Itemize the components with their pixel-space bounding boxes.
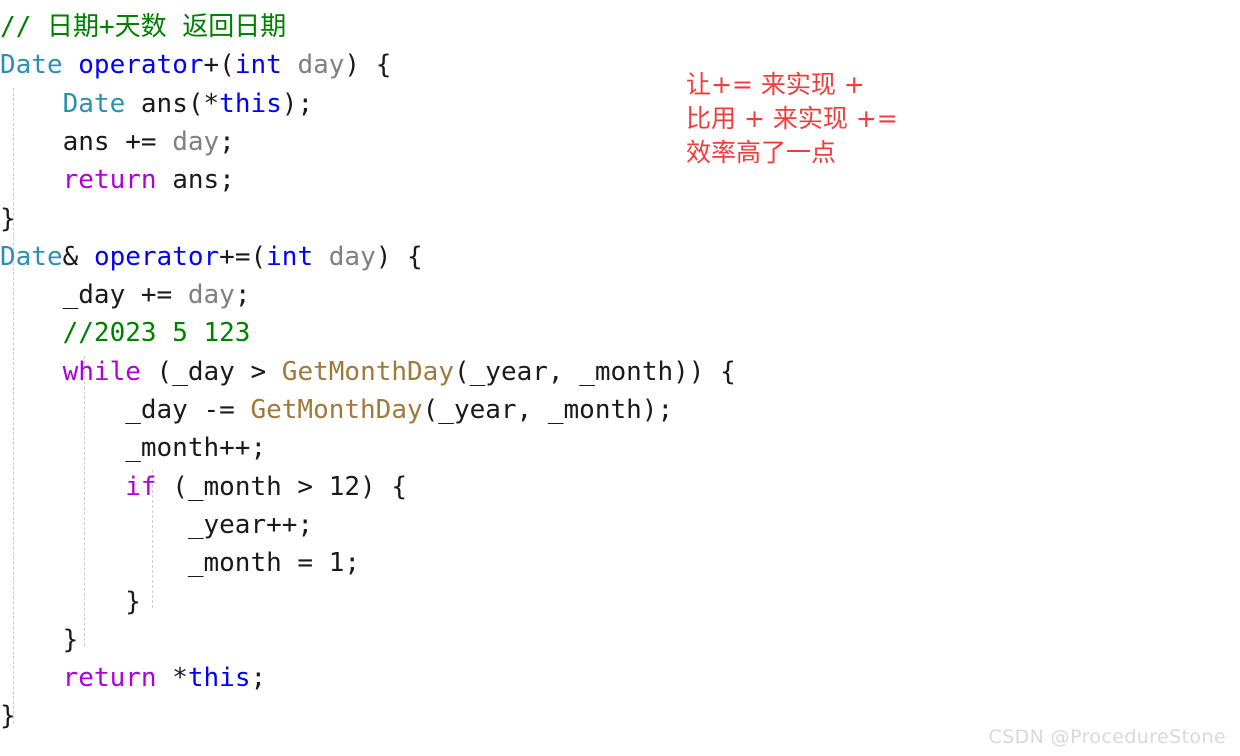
code-token: _day -= (0, 395, 251, 425)
code-token: ) { (344, 50, 392, 81)
code-token: +=( (219, 241, 267, 272)
code-token: // 日期+天数 返回日期 (0, 12, 287, 42)
code-token: _year++; (0, 509, 314, 540)
code-token: Date (62, 88, 126, 119)
code-token: _month++; (0, 433, 267, 464)
code-token: } (0, 701, 16, 732)
code-token: ; (219, 126, 235, 157)
code-token: Date (0, 50, 63, 81)
code-line-1[interactable]: // 日期+天数 返回日期 (0, 8, 1240, 46)
code-token: GetMonthDay (250, 395, 423, 425)
code-token: & (62, 241, 94, 272)
code-token: day (328, 241, 376, 272)
code-token: 12 (328, 471, 361, 502)
code-token: * (156, 663, 188, 694)
code-token: ans(* (125, 88, 220, 119)
code-line-4[interactable]: ans += day; (0, 123, 1240, 161)
annotation-line-2: 比用 + 来实现 += (686, 104, 898, 133)
code-token: } (0, 586, 141, 617)
code-token: 1 (328, 548, 345, 579)
code-line-11[interactable]: _day -= GetMonthDay(_year, _month); (0, 391, 1240, 429)
code-token: day (187, 280, 235, 311)
code-line-14[interactable]: _year++; (0, 506, 1240, 544)
code-token: ) { (375, 241, 423, 272)
code-token: ; (234, 280, 251, 311)
code-token: return (62, 165, 157, 196)
code-line-9[interactable]: //2023 5 123 (0, 314, 1240, 352)
code-token: ) { (360, 471, 408, 502)
code-token: ; (250, 663, 267, 694)
code-token: _day += (0, 280, 188, 311)
code-line-13[interactable]: if (_month > 12) { (0, 468, 1240, 506)
code-token: ; (344, 548, 361, 579)
code-token: operator (93, 241, 220, 272)
code-token: day (172, 126, 220, 157)
code-token: this (187, 663, 251, 694)
code-token: while (62, 356, 141, 387)
code-token: Date (0, 241, 63, 272)
code-token: (_year, _month)) { (453, 356, 736, 387)
annotation-line-3: 效率高了一点 (686, 138, 837, 167)
code-token: (_month > (156, 471, 329, 502)
code-token: ); (281, 88, 314, 119)
code-editor-canvas: // 日期+天数 返回日期 Date operator+(int day) { D… (0, 0, 1240, 756)
code-token: _month = (0, 548, 329, 579)
code-token: ans += (0, 126, 173, 157)
code-line-18[interactable]: return *this; (0, 659, 1240, 697)
code-token: operator (78, 50, 204, 81)
code-line-15[interactable]: _month = 1; (0, 544, 1240, 582)
code-line-8[interactable]: _day += day; (0, 276, 1240, 314)
code-token: } (0, 624, 79, 655)
code-token: int (266, 241, 314, 272)
code-line-3[interactable]: Date ans(*this); (0, 85, 1240, 123)
code-token: this (219, 88, 282, 119)
code-token: int (234, 50, 282, 81)
code-token: +( (203, 50, 235, 81)
code-line-5[interactable]: return ans; (0, 161, 1240, 199)
code-line-2[interactable]: Date operator+(int day) { (0, 46, 1240, 84)
code-line-6[interactable]: } (0, 200, 1240, 238)
code-token: if (125, 471, 157, 502)
code-token: //2023 5 123 (62, 318, 251, 349)
red-annotation-note: 让+= 来实现 + 比用 + 来实现 += 效率高了一点 (686, 68, 898, 170)
code-line-17[interactable]: } (0, 621, 1240, 659)
code-token: (_year, _month); (422, 395, 674, 425)
code-token: } (0, 203, 16, 234)
code-line-12[interactable]: _month++; (0, 429, 1240, 467)
code-token: day (297, 50, 345, 81)
annotation-line-1: 让+= 来实现 + (686, 70, 865, 99)
code-token: return (62, 663, 157, 694)
code-line-7[interactable]: Date& operator+=(int day) { (0, 238, 1240, 276)
code-token: (_day > (140, 356, 282, 387)
code-line-16[interactable]: } (0, 583, 1240, 621)
code-token: ans; (156, 165, 235, 196)
code-token: GetMonthDay (281, 356, 454, 387)
csdn-watermark: CSDN @ProcedureStone (988, 726, 1226, 748)
code-line-10[interactable]: while (_day > GetMonthDay(_year, _month)… (0, 353, 1240, 391)
